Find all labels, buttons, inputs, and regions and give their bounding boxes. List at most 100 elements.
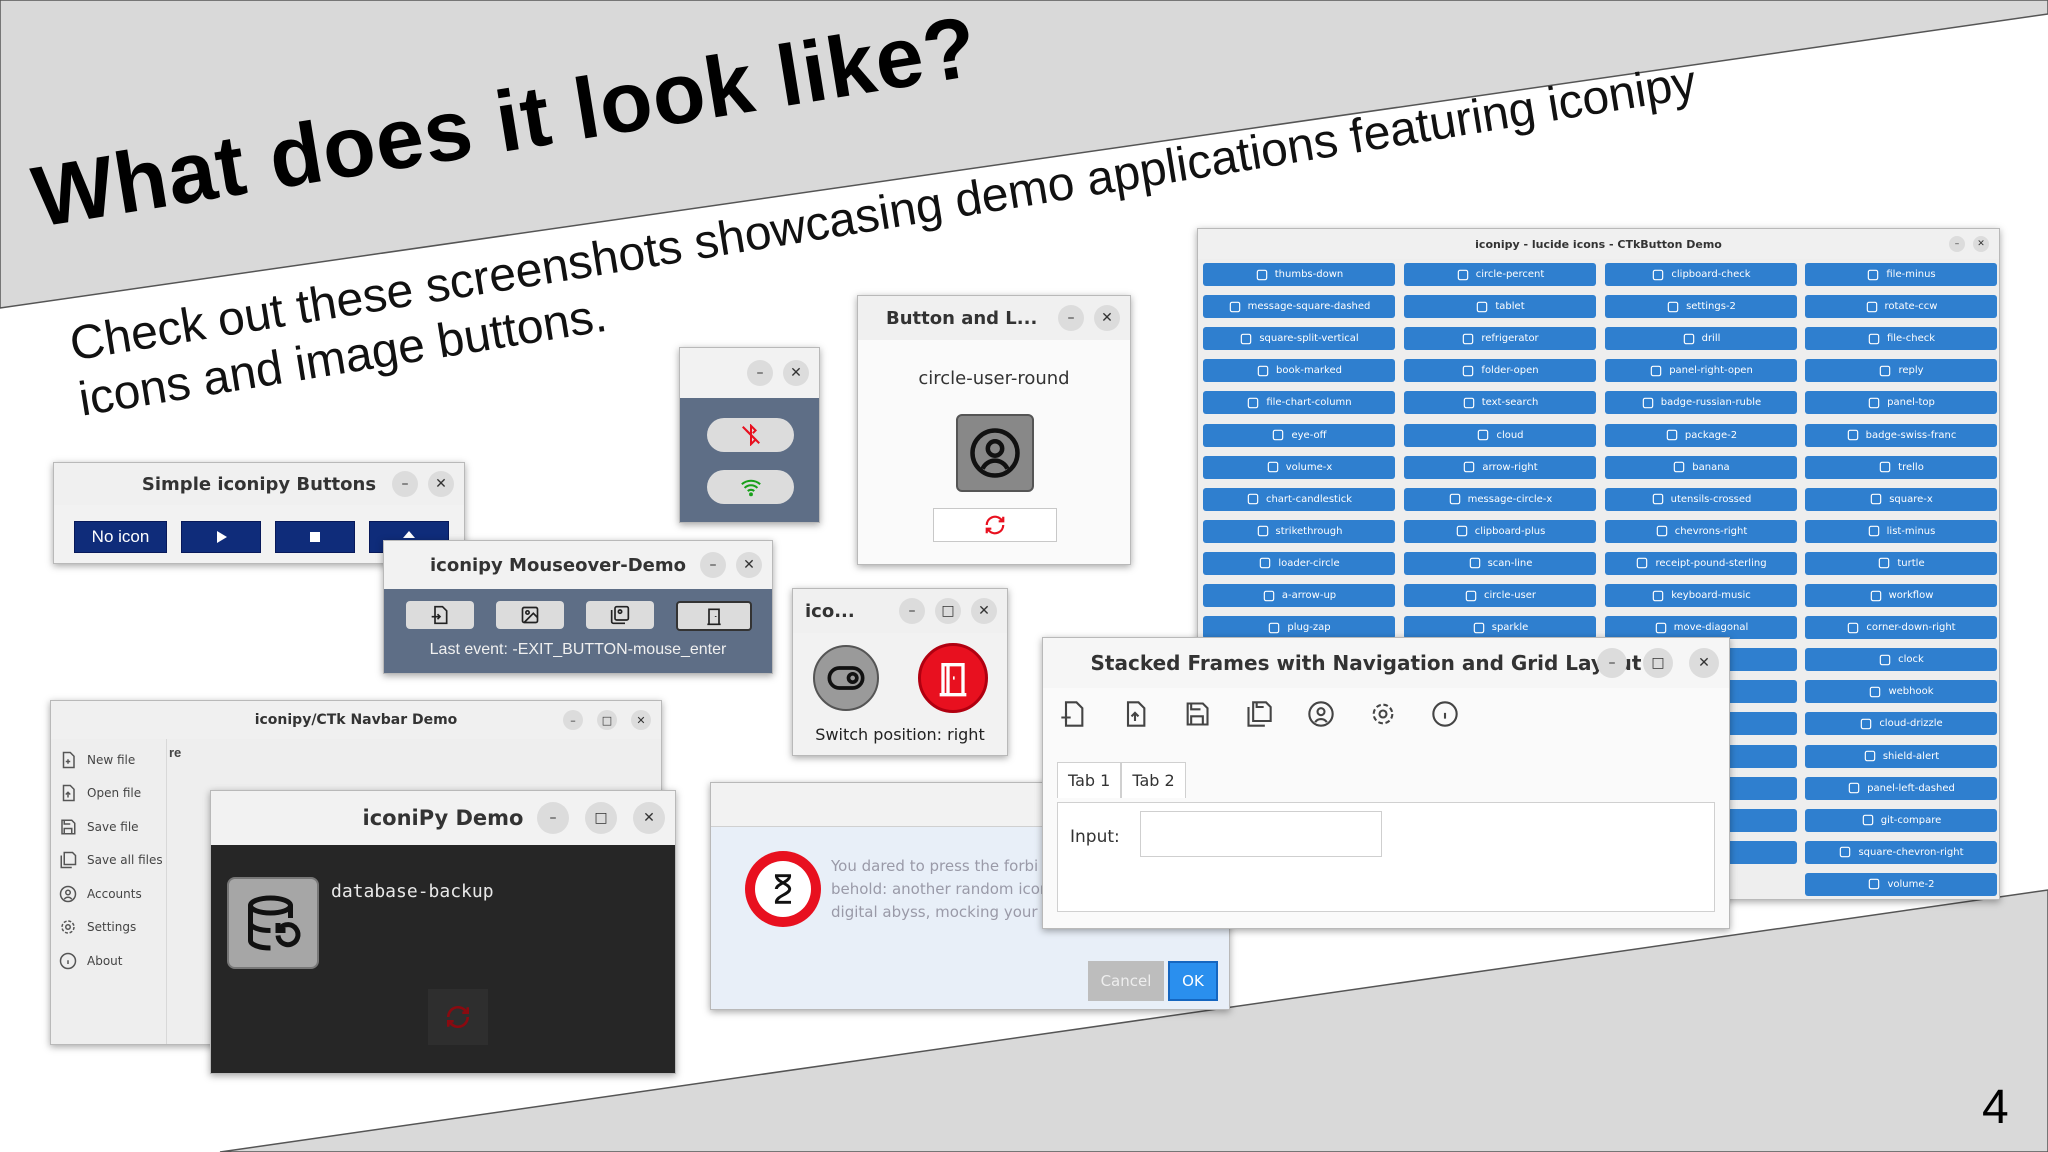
icon-button-corner-down-right[interactable]: corner-down-right [1805,616,1997,640]
icon-button-cloud[interactable]: cloud [1404,423,1596,447]
nav-item-about[interactable]: About [51,944,166,978]
minimize-button[interactable]: – [1597,648,1627,678]
icon-button-settings-2[interactable]: settings-2 [1605,295,1797,319]
nav-item-new-file[interactable]: New file [51,743,166,777]
icon-button-package-2[interactable]: package-2 [1605,423,1797,447]
icon-button-rotate-ccw[interactable]: rotate-ccw [1805,295,1997,319]
close-button[interactable]: ✕ [1094,305,1120,331]
icon-button-clock[interactable]: clock [1805,648,1997,672]
door-open-button[interactable] [918,643,988,713]
nav-item-save-all-files[interactable]: Save all files [51,844,166,878]
minimize-button[interactable]: – [899,598,925,624]
exit-button[interactable] [676,601,752,631]
open-file-button[interactable] [1121,700,1149,733]
icon-button-text-search[interactable]: text-search [1404,391,1596,415]
icon-button-utensils-crossed[interactable]: utensils-crossed [1605,487,1797,511]
nav-item-open-file[interactable]: Open file [51,777,166,811]
new-file-button[interactable] [1059,700,1087,733]
close-button[interactable]: ✕ [633,802,665,834]
icon-button-clipboard-plus[interactable]: clipboard-plus [1404,519,1596,543]
minimize-button[interactable]: – [700,552,726,578]
no-icon-button[interactable]: No icon [74,521,167,553]
cancel-button[interactable]: Cancel [1088,961,1164,1001]
maximize-button[interactable]: □ [597,710,617,730]
icon-button-refrigerator[interactable]: refrigerator [1404,327,1596,351]
icon-button-message-square-dashed[interactable]: message-square-dashed [1203,295,1395,319]
maximize-button[interactable]: □ [935,598,961,624]
minimize-button[interactable]: – [1949,236,1965,252]
icon-button-file-check[interactable]: file-check [1805,327,1997,351]
close-button[interactable]: ✕ [631,710,651,730]
icon-button-book-marked[interactable]: book-marked [1203,359,1395,383]
icon-button-workflow[interactable]: workflow [1805,584,1997,607]
icon-button-loader-circle[interactable]: loader-circle [1203,551,1395,575]
icon-button-receipt-pound-sterling[interactable]: receipt-pound-sterling [1605,551,1797,575]
icon-button-thumbs-down[interactable]: thumbs-down [1203,263,1395,286]
file-input-button[interactable] [406,601,474,629]
icon-button-volume-x[interactable]: volume-x [1203,455,1395,479]
refresh-button[interactable] [933,508,1057,542]
icon-button-trello[interactable]: trello [1805,455,1997,479]
minimize-button[interactable]: – [747,360,773,386]
icon-button-message-circle-x[interactable]: message-circle-x [1404,487,1596,511]
icon-button-chevrons-right[interactable]: chevrons-right [1605,519,1797,543]
icon-button-eye-off[interactable]: eye-off [1203,423,1395,447]
accounts-button[interactable] [1307,700,1335,733]
close-button[interactable]: ✕ [428,471,454,497]
icon-button-webhook[interactable]: webhook [1805,680,1997,704]
icon-button-reply[interactable]: reply [1805,359,1997,383]
ok-button[interactable]: OK [1168,961,1218,1001]
icon-button-scan-line[interactable]: scan-line [1404,551,1596,575]
icon-button-folder-open[interactable]: folder-open [1404,359,1596,383]
info-button[interactable] [1431,700,1459,733]
icon-button-tablet[interactable]: tablet [1404,295,1596,319]
icon-button-chart-candlestick[interactable]: chart-candlestick [1203,487,1395,511]
icon-button-file-chart-column[interactable]: file-chart-column [1203,391,1395,415]
icon-button-git-compare[interactable]: git-compare [1805,808,1997,832]
icon-button-move-diagonal[interactable]: move-diagonal [1605,616,1797,640]
icon-button-file-minus[interactable]: file-minus [1805,263,1997,286]
bluetooth-toggle[interactable] [707,418,794,452]
nav-item-settings[interactable]: Settings [51,911,166,945]
maximize-button[interactable]: □ [585,802,617,834]
images-button[interactable] [586,601,654,629]
close-button[interactable]: ✕ [1973,236,1989,252]
tab-1[interactable]: Tab 1 [1057,762,1122,798]
close-button[interactable]: ✕ [736,552,762,578]
icon-button-square-split-vertical[interactable]: square-split-vertical [1203,327,1395,351]
tab-2[interactable]: Tab 2 [1121,762,1186,798]
icon-button-panel-right-open[interactable]: panel-right-open [1605,359,1797,383]
toggle-switch-button[interactable] [813,645,879,711]
stop-button[interactable] [275,521,355,553]
icon-button-plug-zap[interactable]: plug-zap [1203,616,1395,640]
icon-button-shield-alert[interactable]: shield-alert [1805,744,1997,768]
icon-button-badge-swiss-franc[interactable]: badge-swiss-franc [1805,423,1997,447]
icon-button-turtle[interactable]: turtle [1805,551,1997,575]
settings-button[interactable] [1369,700,1397,733]
minimize-button[interactable]: – [537,802,569,834]
icon-button-badge-russian-ruble[interactable]: badge-russian-ruble [1605,391,1797,415]
wifi-toggle[interactable] [707,470,794,504]
image-button[interactable] [496,601,564,629]
refresh-button[interactable] [428,989,488,1045]
icon-button-square-x[interactable]: square-x [1805,487,1997,511]
minimize-button[interactable]: – [1058,305,1084,331]
icon-button-banana[interactable]: banana [1605,455,1797,479]
icon-button-panel-left-dashed[interactable]: panel-left-dashed [1805,776,1997,800]
nav-item-save-file[interactable]: Save file [51,810,166,844]
close-button[interactable]: ✕ [1689,648,1719,678]
database-backup-button[interactable] [227,877,319,969]
icon-button-panel-top[interactable]: panel-top [1805,391,1997,415]
icon-button-circle-percent[interactable]: circle-percent [1404,263,1596,286]
icon-button-square-chevron-right[interactable]: square-chevron-right [1805,840,1997,864]
maximize-button[interactable]: □ [1643,648,1673,678]
icon-button-list-minus[interactable]: list-minus [1805,519,1997,543]
icon-button-a-arrow-up[interactable]: a-arrow-up [1203,584,1395,607]
icon-button-sparkle[interactable]: sparkle [1404,616,1596,640]
icon-button-drill[interactable]: drill [1605,327,1797,351]
close-button[interactable]: ✕ [971,598,997,624]
icon-button-arrow-right[interactable]: arrow-right [1404,455,1596,479]
input-field[interactable] [1140,811,1382,857]
icon-button-cloud-drizzle[interactable]: cloud-drizzle [1805,712,1997,736]
icon-button-clipboard-check[interactable]: clipboard-check [1605,263,1797,286]
